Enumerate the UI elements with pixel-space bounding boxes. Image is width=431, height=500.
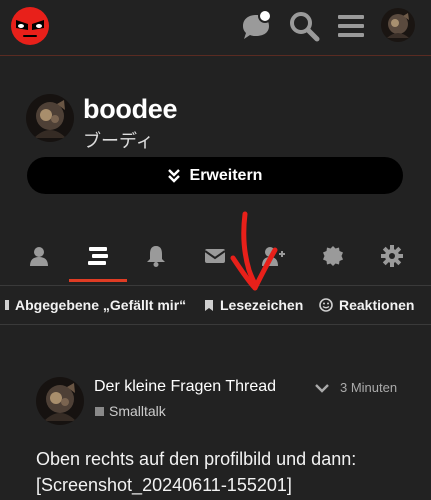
double-chevron-down-icon <box>167 168 180 183</box>
profile-full-name: ブーディ <box>83 131 154 152</box>
site-logo[interactable] <box>10 6 50 46</box>
subnav-bookmarks[interactable]: Lesezeichen <box>204 297 303 313</box>
chevron-down-icon[interactable] <box>314 382 330 394</box>
profile-tabs <box>0 226 431 286</box>
gear-icon <box>381 245 403 267</box>
expand-profile-button[interactable]: Erweitern <box>27 157 403 194</box>
user-icon <box>30 247 48 266</box>
notification-dot <box>258 10 272 23</box>
post-title-link[interactable]: Der kleine Fragen Thread <box>94 378 276 396</box>
bookmark-icon <box>205 299 213 311</box>
profile-avatar <box>26 94 74 142</box>
smile-icon <box>319 298 333 312</box>
bell-icon <box>147 246 165 267</box>
subnav-reactions-label: Reaktionen <box>339 297 415 313</box>
avatar-image <box>381 8 415 42</box>
tab-preferences[interactable] <box>380 244 404 268</box>
post-excerpt-line: Oben rechts auf den profilbild und dann: <box>36 449 357 469</box>
search-icon <box>290 12 320 42</box>
category-badge-color <box>95 407 104 416</box>
avatar-image <box>36 377 84 425</box>
post-time: 3 Minuten <box>340 380 398 395</box>
chat-icon <box>243 10 272 39</box>
envelope-icon <box>204 249 226 263</box>
hamburger-menu-button[interactable] <box>333 8 369 44</box>
chat-button[interactable] <box>238 8 274 44</box>
tab-badges[interactable] <box>321 244 345 268</box>
angry-face-logo-icon <box>11 7 49 45</box>
certificate-icon <box>323 246 343 266</box>
post-author-avatar[interactable] <box>36 377 84 425</box>
profile-username: boodee <box>83 94 178 124</box>
tab-notifications[interactable] <box>144 244 168 268</box>
hamburger-menu-icon <box>338 15 364 37</box>
stream-icon <box>88 247 108 265</box>
tab-summary[interactable] <box>27 244 51 268</box>
top-header <box>0 0 431 56</box>
search-button[interactable] <box>286 8 322 44</box>
truncated-icon <box>5 300 9 310</box>
subnav-bookmarks-label: Lesezeichen <box>220 297 304 313</box>
post-excerpt: Oben rechts auf den profilbild und dann:… <box>36 446 416 498</box>
subnav-likes-given[interactable]: Abgegebene „Gefällt mir“ <box>5 297 186 313</box>
tab-messages[interactable] <box>203 244 227 268</box>
subnav-likes-given-label: Abgegebene „Gefällt mir“ <box>15 297 187 313</box>
expand-label: Erweitern <box>189 166 263 184</box>
category-badge-label[interactable]: Smalltalk <box>109 403 166 419</box>
activity-subnav: Abgegebene „Gefällt mir“ Lesezeichen Rea… <box>0 286 431 325</box>
tab-activity[interactable] <box>86 244 110 268</box>
avatar-image <box>26 94 74 142</box>
user-avatar[interactable] <box>381 8 415 42</box>
subnav-reactions[interactable]: Reaktionen <box>319 297 414 313</box>
post-excerpt-line: [Screenshot_20240611-155201] <box>36 475 292 495</box>
active-tab-indicator <box>69 279 127 282</box>
